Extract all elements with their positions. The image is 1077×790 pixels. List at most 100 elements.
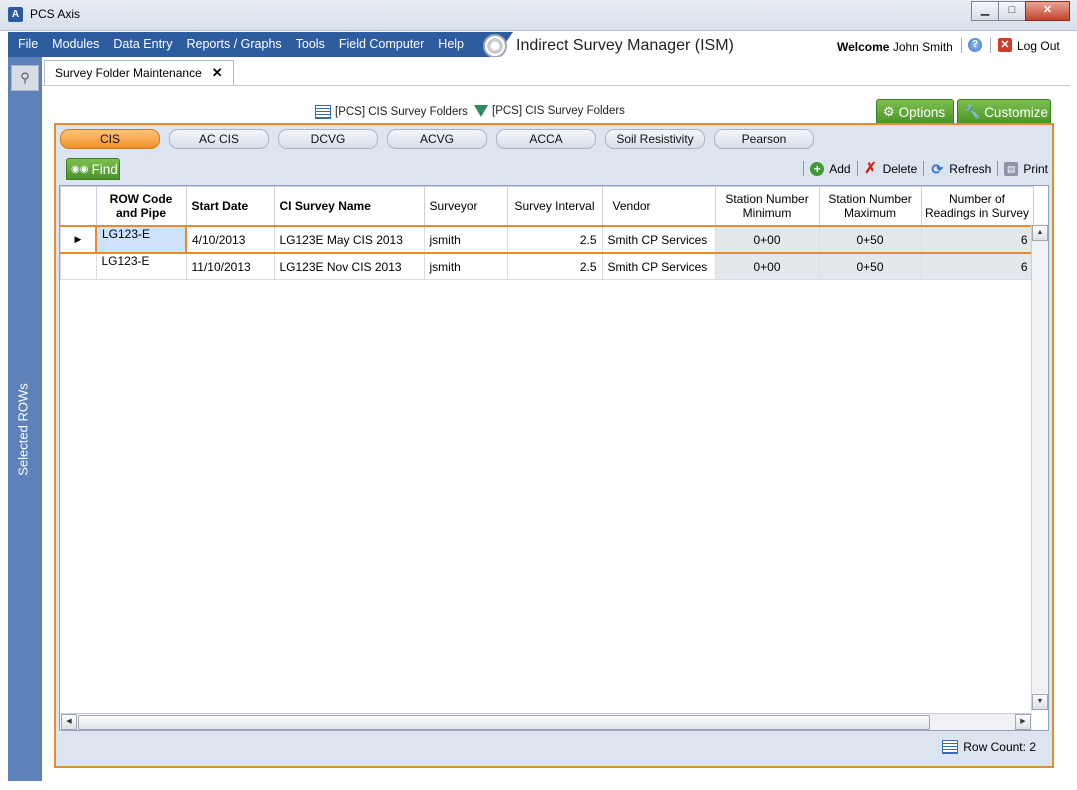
search-icon[interactable]: ⚲ [11,65,39,91]
tab-survey-folder-maintenance[interactable]: Survey Folder Maintenance ✕ [44,60,234,85]
data-table: ROW Code and Pipe Start Date CI Survey N… [60,186,1034,280]
cell-station-max: 0+50 [818,252,922,280]
column-header[interactable]: Start Date [185,186,275,227]
add-button[interactable]: + Add [810,161,851,176]
title-bar: A PCS Axis ▁ □ ✕ [0,0,1077,31]
module-title: Indirect Survey Manager (ISM) [516,37,734,54]
cell-start-date[interactable]: 4/10/2013 [185,225,275,254]
column-header[interactable]: Survey Interval [506,186,603,227]
cell-row-code[interactable]: LG123-E [95,252,187,280]
cell-readings-count: 6 [920,252,1034,280]
cell-row-code[interactable]: LG123-E [95,225,187,254]
source-link-table[interactable]: [PCS] CIS Survey Folders [315,105,468,119]
print-label: Print [1023,161,1048,176]
menu-file[interactable]: File [18,37,38,51]
user-name: John Smith [892,40,953,54]
delete-button[interactable]: ✗ Delete [864,159,917,177]
find-button[interactable]: ◉◉ Find [66,158,120,180]
printer-icon: ▤ [1004,161,1019,176]
help-icon[interactable]: ? [968,38,982,52]
scroll-left-icon[interactable]: ◀ [61,714,77,730]
refresh-button[interactable]: ⟳ Refresh [930,162,991,176]
tab-label: Survey Folder Maintenance [55,66,202,80]
scroll-up-icon[interactable]: ▲ [1032,225,1048,241]
refresh-label: Refresh [949,161,992,176]
cell-vendor[interactable]: Smith CP Services [601,225,716,254]
main-menu: File Modules Data Entry Reports / Graphs… [18,37,478,51]
vertical-scrollbar[interactable]: ▲ ▼ [1031,224,1048,711]
selected-rows-panel-toggle[interactable]: Selected ROWs [16,375,31,485]
minimize-button[interactable]: ▁ [971,1,999,21]
tab-cis[interactable]: CIS [60,129,160,149]
cell-surveyor[interactable]: jsmith [423,225,508,254]
tab-ac-cis[interactable]: AC CIS [169,129,269,149]
maximize-button[interactable]: □ [998,1,1026,21]
table-row[interactable]: LG123-E 11/10/2013 LG123E Nov CIS 2013 j… [60,252,1034,280]
tab-dcvg[interactable]: DCVG [278,129,378,149]
separator [961,38,962,53]
pcs-axis-icon: A [8,7,23,22]
source-label: [PCS] CIS Survey Folders [335,106,468,118]
cell-station-min: 0+00 [714,252,820,280]
logout-icon[interactable]: ✕ [998,38,1012,52]
wrench-icon: 🔧 [964,104,981,119]
row-indicator-icon[interactable]: ▶ [60,225,97,254]
cell-survey-interval[interactable]: 2.5 [506,225,603,254]
cell-start-date[interactable]: 11/10/2013 [185,252,275,280]
tab-pearson[interactable]: Pearson [714,129,814,149]
column-header[interactable]: ROW Code and Pipe [95,186,187,227]
column-header[interactable]: Station Number Maximum [818,186,922,227]
close-tab-icon[interactable]: ✕ [212,65,223,81]
menu-bar: File Modules Data Entry Reports / Graphs… [8,32,1070,58]
menu-reports-graphs[interactable]: Reports / Graphs [186,37,281,51]
tab-acvg[interactable]: ACVG [387,129,487,149]
separator [990,38,991,53]
column-header[interactable]: Station Number Minimum [714,186,820,227]
menu-modules[interactable]: Modules [52,37,99,51]
options-button[interactable]: ⚙ Options [876,99,954,125]
source-label: [PCS] CIS Survey Folders [492,105,625,117]
separator [923,161,925,176]
source-link-view[interactable]: [PCS] CIS Survey Folders [474,105,625,117]
survey-type-tabs: CIS AC CIS DCVG ACVG ACCA Soil Resistivi… [60,129,823,149]
delete-icon: ✗ [864,159,877,177]
menu-field-computer[interactable]: Field Computer [339,37,424,51]
scroll-right-icon[interactable]: ▶ [1015,714,1031,730]
triangle-icon [474,105,488,117]
menu-data-entry[interactable]: Data Entry [113,37,172,51]
cell-surveyor[interactable]: jsmith [423,252,508,280]
cell-survey-name[interactable]: LG123E Nov CIS 2013 [273,252,425,280]
row-indicator[interactable] [60,252,97,280]
column-header[interactable]: Number of Readings in Survey [920,186,1034,227]
print-button[interactable]: ▤ Print [1004,161,1048,176]
cell-vendor[interactable]: Smith CP Services [601,252,716,280]
row-count: Row Count: 2 [942,740,1036,754]
customize-button[interactable]: 🔧 Customize [957,99,1051,125]
row-indicator-header [60,186,97,227]
binoculars-icon: ◉◉ [71,163,89,175]
horizontal-scroll-thumb[interactable] [78,715,930,730]
column-header[interactable]: Vendor [601,186,716,227]
close-button[interactable]: ✕ [1025,1,1070,21]
tab-acca[interactable]: ACCA [496,129,596,149]
logout-button[interactable]: Log Out [1017,39,1060,53]
cell-survey-interval[interactable]: 2.5 [506,252,603,280]
table-row[interactable]: ▶ LG123-E 4/10/2013 LG123E May CIS 2013 … [60,225,1034,254]
tab-soil-resistivity[interactable]: Soil Resistivity [605,129,705,149]
cell-readings-count: 6 [920,225,1034,254]
separator [803,161,805,176]
column-header[interactable]: Surveyor [423,186,508,227]
left-sidebar: ⚲ Selected ROWs [8,32,42,781]
separator [997,161,999,176]
horizontal-scrollbar[interactable]: ◀ ▶ [60,713,1032,730]
header-row: ROW Code and Pipe Start Date CI Survey N… [60,186,1034,227]
find-label: Find [91,161,118,177]
options-label: Options [898,104,946,120]
window-title: PCS Axis [30,7,81,21]
cell-survey-name[interactable]: LG123E May CIS 2013 [273,225,425,254]
menu-tools[interactable]: Tools [296,37,325,51]
scroll-down-icon[interactable]: ▼ [1032,694,1048,710]
column-header[interactable]: CI Survey Name [273,186,425,227]
menu-help[interactable]: Help [438,37,464,51]
gear-icon: ⚙ [883,104,895,119]
